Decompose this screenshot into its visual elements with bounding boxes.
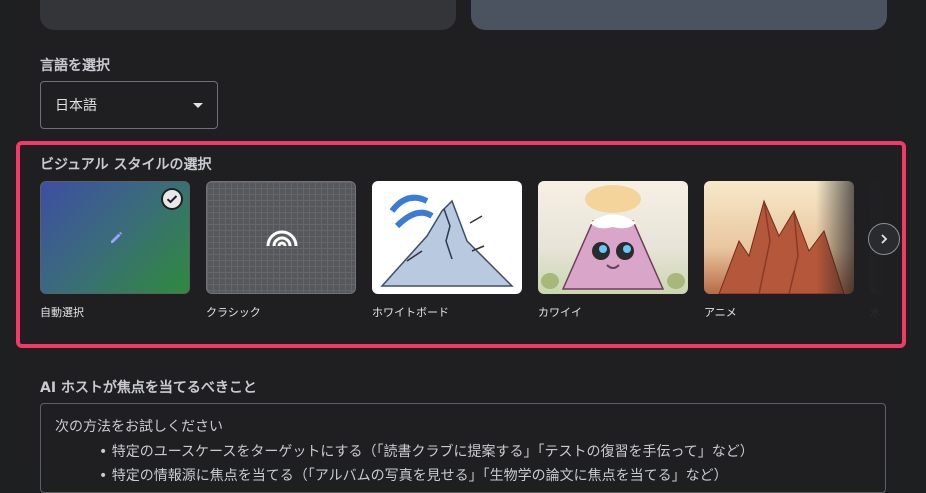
style-thumbnail-classic xyxy=(206,181,356,294)
style-thumbnail-auto xyxy=(40,181,190,294)
focus-bullet-1: 特定のユースケースをターゲットにする（「読書クラブに提案する」「テストの復習を手… xyxy=(99,440,871,464)
language-select[interactable]: 日本語 xyxy=(40,81,218,129)
style-label-kawaii: カワイイ xyxy=(538,306,582,319)
chevron-right-icon xyxy=(881,234,888,244)
style-label-auto: 自動選択 xyxy=(40,306,84,319)
language-label: 言語を選択 xyxy=(40,58,110,74)
style-option-whiteboard[interactable]: ホワイトボード xyxy=(372,181,522,320)
carousel-next-button[interactable] xyxy=(868,223,900,255)
kawaii-volcano-illustration xyxy=(541,185,685,290)
pencil-icon xyxy=(111,231,123,243)
selected-check-icon xyxy=(161,188,183,210)
language-selected-value: 日本語 xyxy=(55,98,97,114)
style-option-kawaii[interactable]: カワイイ xyxy=(538,181,688,320)
style-thumbnail-kawaii xyxy=(538,181,688,294)
format-card-left[interactable] xyxy=(40,0,456,30)
focus-textarea[interactable]: 次の方法をお試しください 特定のユースケースをターゲットにする（「読書クラブに提… xyxy=(40,403,886,493)
whiteboard-volcano-illustration xyxy=(380,194,514,287)
focus-bullet-list: 特定のユースケースをターゲットにする（「読書クラブに提案する」「テストの復習を手… xyxy=(55,440,871,488)
notebooklm-logo-icon xyxy=(266,230,298,247)
visual-style-label: ビジュアル スタイルの選択 xyxy=(40,157,212,173)
focus-intro: 次の方法をお試しください xyxy=(55,419,223,435)
style-carousel: 自動選択 クラシック ホワイトボード カワイイ アニメ xyxy=(40,181,886,331)
format-card-right[interactable] xyxy=(471,0,887,30)
dropdown-arrow-icon xyxy=(193,102,203,108)
focus-bullet-2: 特定の情報源に焦点を当てる（「アルバムの写真を見せる」「生物学の論文に焦点を当て… xyxy=(99,464,871,488)
style-option-classic[interactable]: クラシック xyxy=(206,181,356,320)
style-option-auto[interactable]: 自動選択 xyxy=(40,181,190,320)
style-thumbnail-whiteboard xyxy=(372,181,522,294)
style-label-classic: クラシック xyxy=(206,306,261,319)
carousel-fade-overlay xyxy=(816,181,886,331)
focus-label: AI ホストが焦点を当てるべきこと xyxy=(40,380,257,396)
style-label-whiteboard: ホワイトボード xyxy=(372,306,449,319)
